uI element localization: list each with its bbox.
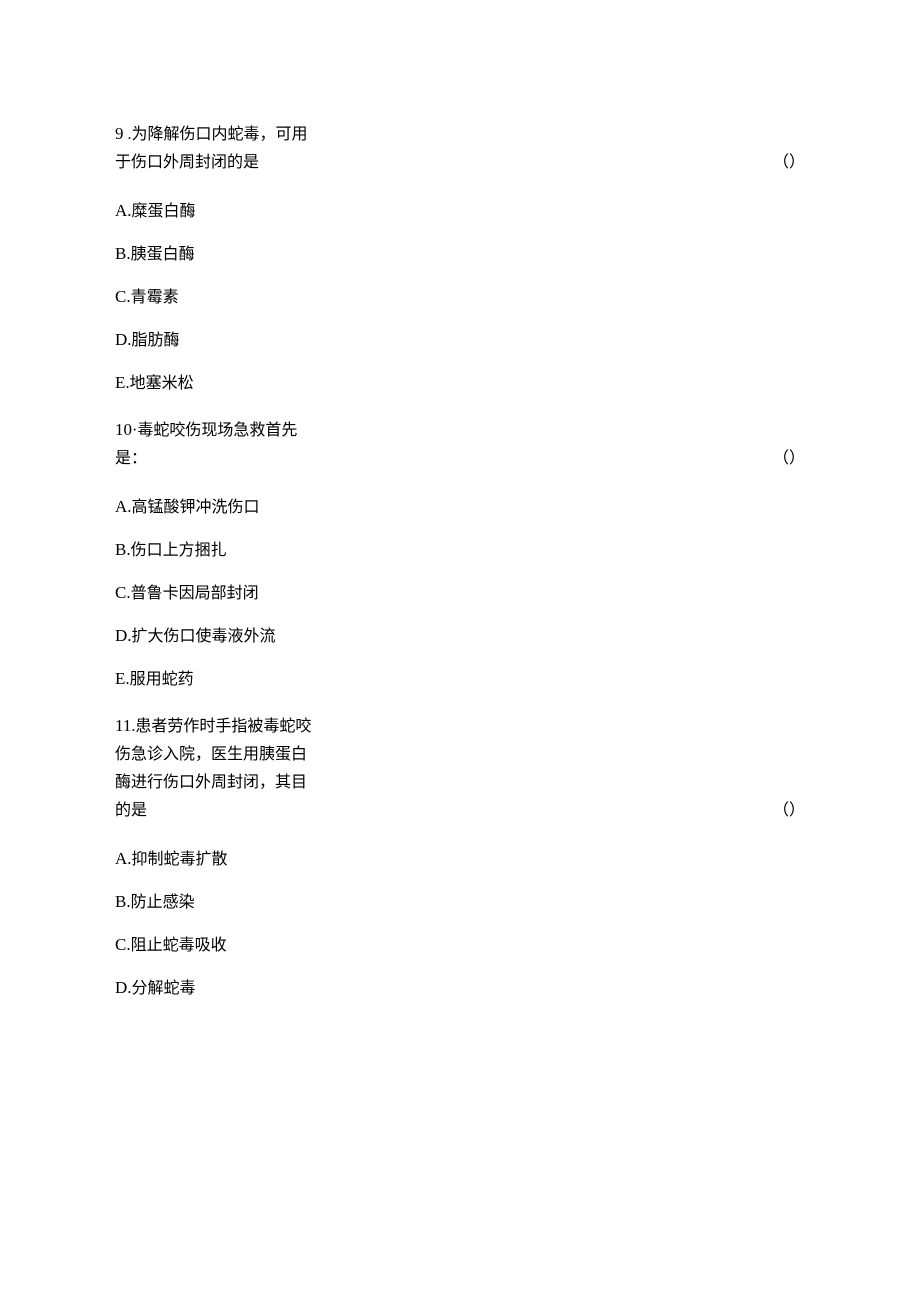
option: C.普鲁卡因局部封闭 [115, 579, 325, 608]
question-block: 10·毒蛇咬伤现场急救首先是： （） A.高锰酸钾冲洗伤口 B.伤口上方捆扎 C… [115, 416, 805, 694]
question-separator: . [124, 126, 132, 143]
option-text: 分解蛇毒 [132, 980, 196, 997]
option-text: 伤口上方捆扎 [131, 542, 227, 559]
option-label: D. [115, 626, 132, 645]
option-text: 扩大伤口使毒液外流 [132, 628, 276, 645]
option: B.伤口上方捆扎 [115, 536, 325, 565]
option-label: C. [115, 583, 131, 602]
question-text: 为降解伤口内蛇毒，可用于伤口外周封闭的是 [115, 126, 308, 171]
answer-blank: （） [773, 149, 805, 177]
option-label: A. [115, 849, 132, 868]
option-text: 抑制蛇毒扩散 [132, 851, 228, 868]
option-label: B. [115, 540, 131, 559]
option: A.抑制蛇毒扩散 [115, 845, 325, 874]
question-block: 9 .为降解伤口内蛇毒，可用于伤口外周封闭的是 （） A.糜蛋白酶 B.胰蛋白酶… [115, 120, 805, 398]
question-stem-row: 10·毒蛇咬伤现场急救首先是： （） [115, 416, 805, 473]
answer-blank: （） [773, 445, 805, 473]
option: B.防止感染 [115, 888, 325, 917]
option-label: C. [115, 287, 131, 306]
question-block: 11.患者劳作时手指被毒蛇咬伤急诊入院，医生用胰蛋白酶进行伤口外周封闭，其目的是… [115, 712, 805, 1003]
option: D.扩大伤口使毒液外流 [115, 622, 325, 651]
question-text: 患者劳作时手指被毒蛇咬伤急诊入院，医生用胰蛋白酶进行伤口外周封闭，其目的是 [115, 718, 311, 819]
option-label: B. [115, 892, 131, 911]
option-label: E. [115, 669, 130, 688]
option-label: A. [115, 201, 132, 220]
option-label: B. [115, 244, 131, 263]
option: B.胰蛋白酶 [115, 240, 325, 269]
option-text: 青霉素 [131, 289, 179, 306]
option-text: 地塞米松 [130, 375, 194, 392]
question-text: 毒蛇咬伤现场急救首先是： [115, 422, 297, 467]
question-stem-row: 9 .为降解伤口内蛇毒，可用于伤口外周封闭的是 （） [115, 120, 805, 177]
option: C.阻止蛇毒吸收 [115, 931, 325, 960]
option-text: 高锰酸钾冲洗伤口 [132, 499, 260, 516]
answer-blank: （） [773, 797, 805, 825]
document-page: 9 .为降解伤口内蛇毒，可用于伤口外周封闭的是 （） A.糜蛋白酶 B.胰蛋白酶… [0, 0, 920, 1003]
option-label: A. [115, 497, 132, 516]
option-label: D. [115, 978, 132, 997]
option-label: E. [115, 373, 130, 392]
option: A.高锰酸钾冲洗伤口 [115, 493, 325, 522]
question-stem-row: 11.患者劳作时手指被毒蛇咬伤急诊入院，医生用胰蛋白酶进行伤口外周封闭，其目的是… [115, 712, 805, 825]
option-text: 脂肪酶 [132, 332, 180, 349]
option-text: 阻止蛇毒吸收 [131, 937, 227, 954]
question-stem: 11.患者劳作时手指被毒蛇咬伤急诊入院，医生用胰蛋白酶进行伤口外周封闭，其目的是 [115, 712, 315, 825]
option-text: 服用蛇药 [130, 671, 194, 688]
option-text: 糜蛋白酶 [132, 203, 196, 220]
option-text: 胰蛋白酶 [131, 246, 195, 263]
question-number: 11 [115, 716, 131, 735]
option-label: D. [115, 330, 132, 349]
option: E.服用蛇药 [115, 665, 325, 694]
option: D.分解蛇毒 [115, 974, 325, 1003]
option: A.糜蛋白酶 [115, 197, 325, 226]
option: C.青霉素 [115, 283, 325, 312]
option-text: 防止感染 [131, 894, 195, 911]
question-number: 9 [115, 124, 124, 143]
option: E.地塞米松 [115, 369, 325, 398]
question-number: 10 [115, 420, 132, 439]
option-label: C. [115, 935, 131, 954]
option-text: 普鲁卡因局部封闭 [131, 585, 259, 602]
option: D.脂肪酶 [115, 326, 325, 355]
question-stem: 9 .为降解伤口内蛇毒，可用于伤口外周封闭的是 [115, 120, 315, 177]
question-stem: 10·毒蛇咬伤现场急救首先是： [115, 416, 315, 473]
